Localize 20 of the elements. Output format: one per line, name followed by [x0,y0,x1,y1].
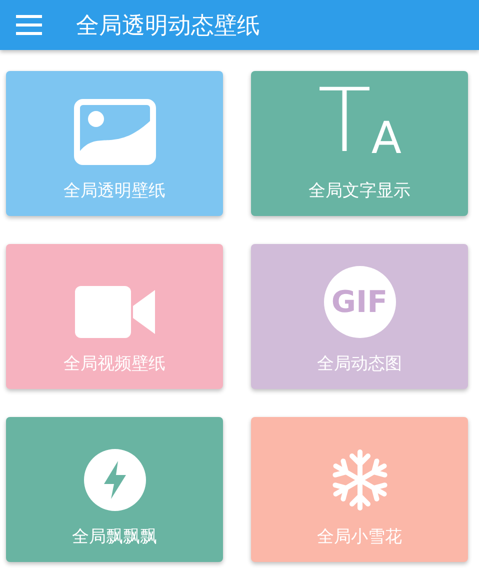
card-label: 全局小雪花 [317,526,402,548]
feature-card[interactable]: 全局小雪花 [251,417,468,562]
feature-card[interactable]: 全局飘飘飘 [6,417,223,562]
feature-card[interactable]: TA 全局文字显示 [251,71,468,216]
feature-card[interactable]: 全局视频壁纸 [6,244,223,389]
snowflake-icon [332,449,388,511]
image-icon [74,99,156,165]
lightning-icon [84,449,146,511]
card-label: 全局透明壁纸 [64,180,166,202]
card-label: 全局文字显示 [308,180,410,202]
card-label: 全局视频壁纸 [64,353,166,375]
text-glyph-icon: TA [318,77,402,165]
feature-card[interactable]: GIF 全局动态图 [251,244,468,389]
video-camera-icon [74,286,154,338]
menu-icon[interactable] [16,15,42,35]
feature-card[interactable]: 全局透明壁纸 [6,71,223,216]
card-label: 全局动态图 [317,353,402,375]
app-title: 全局透明动态壁纸 [76,12,260,40]
gif-badge: GIF [324,266,396,338]
card-label: 全局飘飘飘 [72,526,157,548]
